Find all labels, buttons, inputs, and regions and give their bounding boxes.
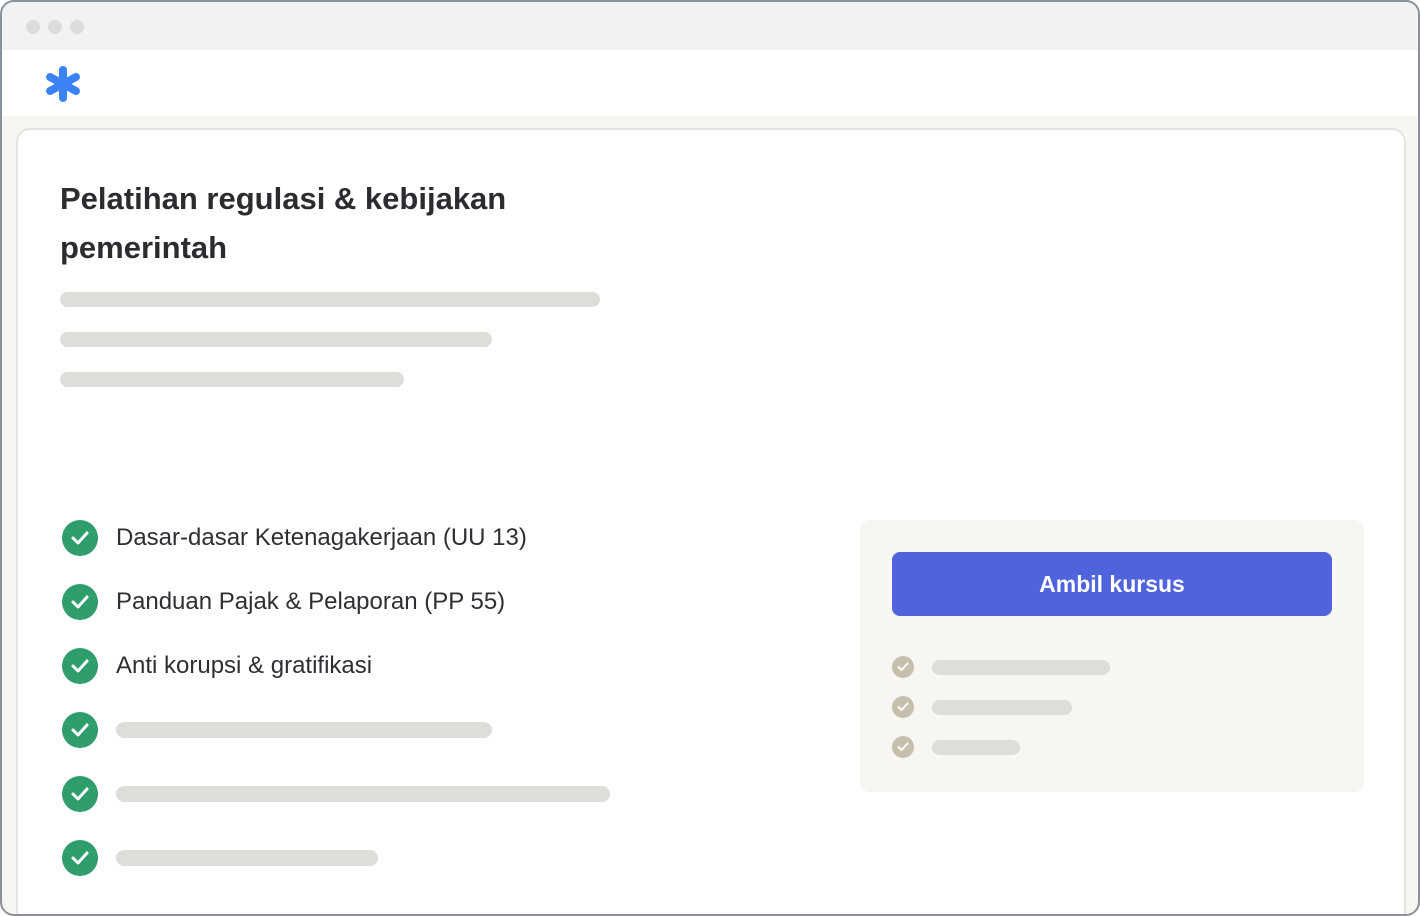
check-circle-icon (892, 656, 914, 678)
check-circle-icon (62, 712, 98, 748)
inclusion-placeholder-line (932, 699, 1072, 715)
inclusion-placeholder-line (932, 739, 1020, 755)
check-circle-icon (892, 696, 914, 718)
course-title: Pelatihan regulasi & kebijakan pemerinta… (60, 181, 507, 265)
inclusion-item (892, 656, 1110, 678)
window-titlebar (2, 2, 1418, 50)
topic-item-placeholder (62, 840, 378, 876)
check-circle-icon (62, 584, 98, 620)
topic-label: Anti korupsi & gratifikasi (116, 652, 373, 679)
topic-placeholder-line (116, 850, 378, 866)
check-circle-icon (62, 648, 98, 684)
window-close-control[interactable] (26, 20, 40, 34)
inclusion-item (892, 736, 1020, 758)
take-course-button[interactable]: Ambil kursus (892, 552, 1332, 616)
check-circle-icon (62, 520, 98, 556)
check-circle-icon (62, 776, 98, 812)
topic-item: Panduan Pajak & Pelaporan (PP 55) (62, 584, 505, 620)
topic-item-placeholder (62, 776, 610, 812)
check-circle-icon (62, 840, 98, 876)
inclusion-item (892, 696, 1072, 718)
app-header (2, 50, 1418, 116)
description-placeholder-line (60, 332, 492, 347)
inclusion-placeholder-line (932, 659, 1110, 675)
asterisk-logo-icon[interactable] (42, 64, 84, 104)
description-placeholder-line (60, 372, 404, 387)
topic-placeholder-line (116, 722, 492, 738)
topic-item: Dasar-dasar Ketenagakerjaan (UU 13) (62, 520, 527, 556)
topic-item-placeholder (62, 712, 492, 748)
topic-label: Dasar-dasar Ketenagakerjaan (UU 13) (116, 524, 527, 551)
enroll-panel: Ambil kursus (860, 520, 1364, 792)
check-circle-icon (892, 736, 914, 758)
course-card: Pelatihan regulasi & kebijakan pemerinta… (16, 128, 1406, 914)
window-maximize-control[interactable] (70, 20, 84, 34)
window-minimize-control[interactable] (48, 20, 62, 34)
browser-window: Pelatihan regulasi & kebijakan pemerinta… (0, 0, 1420, 916)
topic-label: Panduan Pajak & Pelaporan (PP 55) (116, 588, 506, 615)
description-placeholder-line (60, 292, 600, 307)
topic-item: Anti korupsi & gratifikasi (62, 648, 372, 684)
topic-placeholder-line (116, 786, 610, 802)
